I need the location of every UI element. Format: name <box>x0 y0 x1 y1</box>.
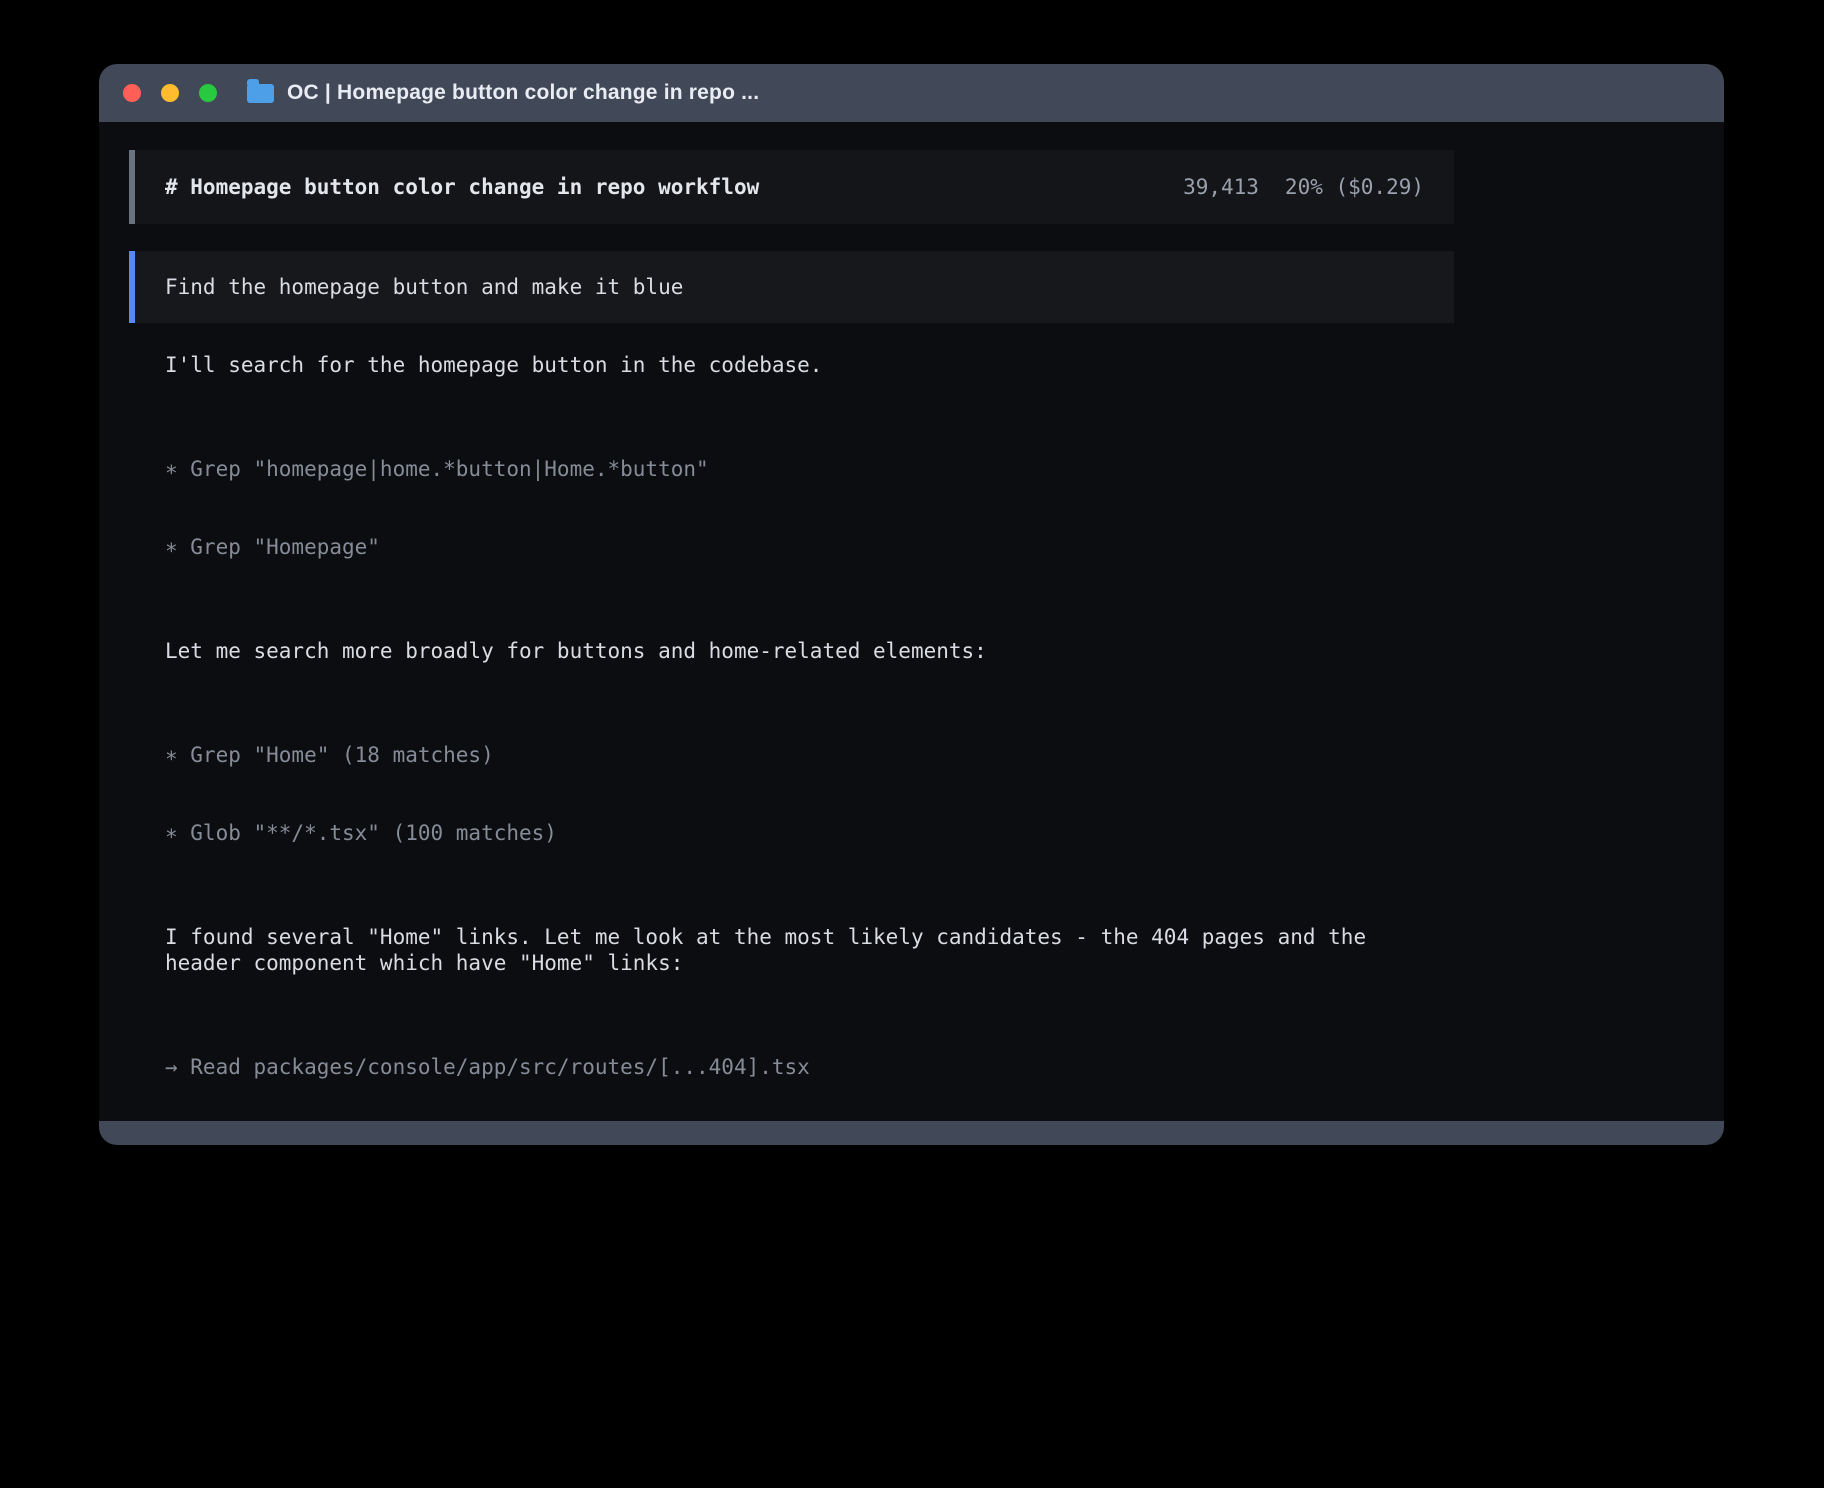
tool-call-line: → Read packages/console/app/src/routes/[… <box>165 1054 1424 1080</box>
terminal-content: # Homepage button color change in repo w… <box>99 122 1724 1121</box>
zoom-button[interactable] <box>199 84 217 102</box>
session-column: # Homepage button color change in repo w… <box>129 150 1454 1121</box>
terminal-window: OC | Homepage button color change in rep… <box>99 64 1724 1145</box>
session-title: # Homepage button color change in repo w… <box>165 174 759 200</box>
close-button[interactable] <box>123 84 141 102</box>
tool-call-group: ∗ Grep "Home" (18 matches) ∗ Glob "**/*.… <box>165 690 1424 898</box>
tool-call-line: ∗ Glob "**/*.tsx" (100 matches) <box>165 820 1424 846</box>
token-count: 39,413 <box>1183 174 1259 200</box>
assistant-message: I'll search for the homepage button in t… <box>165 352 1424 378</box>
session-header: # Homepage button color change in repo w… <box>129 150 1454 224</box>
folder-icon <box>247 84 274 103</box>
window-title: OC | Homepage button color change in rep… <box>287 81 759 105</box>
traffic-lights <box>123 84 217 102</box>
window-bottom-chrome <box>99 1121 1724 1145</box>
titlebar: OC | Homepage button color change in rep… <box>99 64 1724 122</box>
session-stats: 39,413 20% ($0.29) <box>1183 174 1424 200</box>
assistant-message: I found several "Home" links. Let me loo… <box>165 924 1424 976</box>
tool-call-line: ∗ Grep "Homepage" <box>165 534 1424 560</box>
context-usage: 20% ($0.29) <box>1285 174 1424 200</box>
tool-call-group: ∗ Grep "homepage|home.*button|Home.*butt… <box>165 404 1424 612</box>
tool-call-line: ∗ Grep "homepage|home.*button|Home.*butt… <box>165 456 1424 482</box>
user-message-text: Find the homepage button and make it blu… <box>165 275 683 299</box>
tool-call-line: ∗ Grep "Home" (18 matches) <box>165 742 1424 768</box>
assistant-message: Let me search more broadly for buttons a… <box>165 638 1424 664</box>
screen: OC | Homepage button color change in rep… <box>0 0 1824 1488</box>
minimize-button[interactable] <box>161 84 179 102</box>
user-message: Find the homepage button and make it blu… <box>129 251 1454 323</box>
transcript: I'll search for the homepage button in t… <box>129 352 1454 1121</box>
tool-call-group: → Read packages/console/app/src/routes/[… <box>165 1002 1424 1121</box>
